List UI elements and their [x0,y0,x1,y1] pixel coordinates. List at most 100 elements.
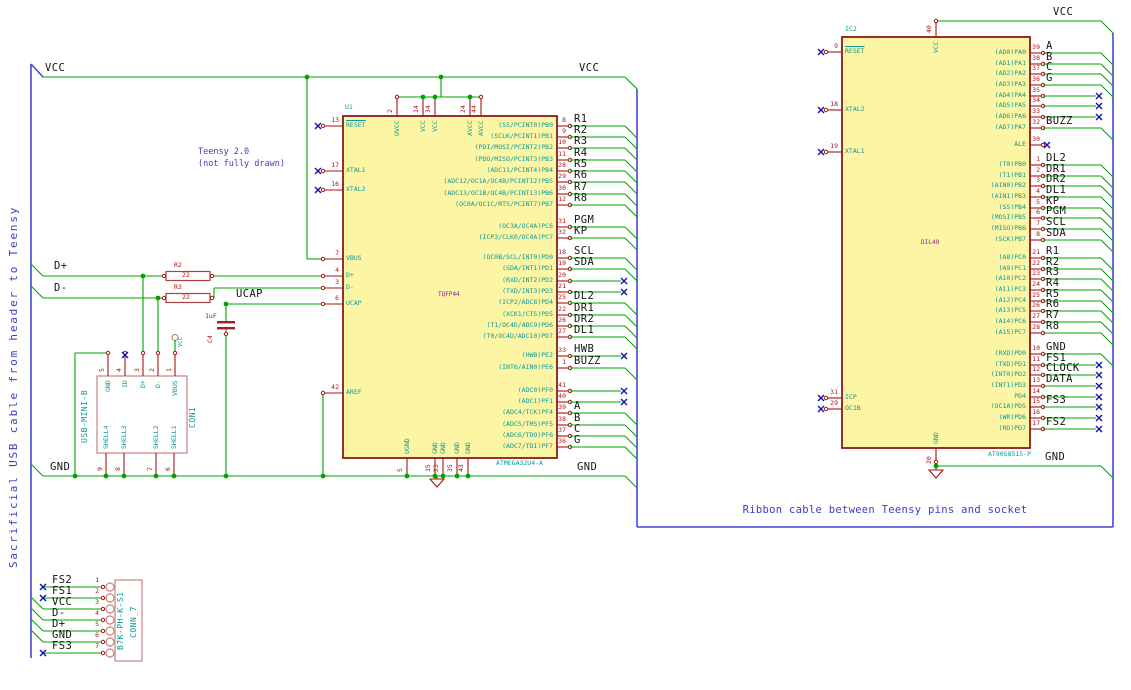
r2-ref[interactable]: R2 [174,262,182,269]
u1-pin-name: (XCK1/CTS)PD5 [502,310,553,318]
net-label-r6[interactable]: R6 [574,169,587,181]
ic2-pin-name: (MOSI)PB5 [990,213,1026,221]
con1-pin-name: ID [121,379,129,388]
gnd-symbol [927,469,945,479]
wire [624,325,638,339]
wire [1100,310,1114,324]
pin-end [320,301,326,307]
junction-dot [320,473,326,479]
ic2-pin-name: RESET [845,47,865,55]
con1-ref[interactable]: CON1 [188,407,197,428]
ic2-pin-name: PD4 [1014,392,1026,400]
u1-pin-name: (PDO/MISO/PCINT3)PB3 [474,155,553,163]
u1-value[interactable]: ATMEGA32U4-A [496,460,543,467]
wire [624,226,638,240]
net-label-ucap[interactable]: UCAP [236,288,263,300]
ic2-ref[interactable]: IC2 [845,26,857,33]
net-label-sda[interactable]: SDA [1046,227,1066,239]
usb-cable-note: Sacrificial USB cable from header to Tee… [7,205,20,568]
wire [624,475,638,489]
net-label-a[interactable]: A [574,400,581,412]
u1-pin-name: UGND [403,438,411,454]
u1-pin-number: 39 [558,403,566,411]
net-label-g[interactable]: G [574,434,581,446]
net-label-gnd[interactable]: GND [577,461,597,473]
u1-pin-name: (ADC4/TCK)PF4 [502,408,553,416]
conn7-pin-circle[interactable] [105,626,115,636]
conn7-pin-circle[interactable] [105,582,115,592]
wire [30,607,44,621]
con1-pin-number: 7 [146,467,154,471]
net-label-gnd[interactable]: GND [1045,451,1065,463]
c4-plate[interactable] [217,321,235,324]
net-label-hwb[interactable]: HWB [574,343,594,355]
junction-dot [432,94,438,100]
pin-end [172,350,178,356]
conn7-ref[interactable]: CONN_7 [129,606,138,638]
conn7-value[interactable]: B7K-PH-K-S1 [116,592,125,650]
conn7-pin-circle[interactable] [105,648,115,658]
ic2-pin-name: XTAL1 [845,147,865,155]
net-label-buzz[interactable]: BUZZ [1046,115,1073,127]
u1-ref[interactable]: U1 [345,104,353,111]
ribbon-note: Ribbon cable between Teensy pins and soc… [742,504,1028,516]
wire [1100,217,1114,231]
net-label-vcc[interactable]: VCC [45,62,65,74]
u1-pin-number: 36 [558,437,566,445]
pin-end [320,187,326,193]
net-label-dl2[interactable]: DL2 [574,290,594,302]
u1-pin-name: (HWB)PE2 [521,351,553,359]
u1-pin-number: 22 [558,305,566,313]
r2-value[interactable]: 22 [182,272,190,279]
pin-end [320,390,326,396]
net-label-fs3[interactable]: FS3 [1046,394,1066,406]
c4-ref[interactable]: C4 [206,335,214,343]
net-label-dminus[interactable]: D- [54,282,67,294]
ic2-pin-name: (A11)PC3 [994,285,1026,293]
net-label-sda[interactable]: SDA [574,256,594,268]
u1-pin-name: (ADC1)PF1 [517,397,553,405]
u1-pin-number: 6 [335,294,339,302]
net-label-kp[interactable]: KP [574,225,587,237]
con1-pin-name: SHELL2 [152,425,160,449]
u1-pin-number: 29 [558,172,566,180]
wire [1100,257,1114,271]
net-label-vcc[interactable]: VCC [579,62,599,74]
wire [624,424,638,438]
net-label-dplus[interactable]: D+ [54,260,67,272]
net-label-r8[interactable]: R8 [574,192,587,204]
net-label-vcc[interactable]: VCC [1053,6,1073,18]
net-label-buzz[interactable]: BUZZ [574,355,601,367]
net-label-r3[interactable]: R3 [574,135,587,147]
con1-pin-number: 9 [96,467,104,471]
r3-ref[interactable]: R3 [174,284,182,291]
con1-pin-number: 2 [148,368,156,372]
net-label-fs2[interactable]: FS2 [1046,416,1066,428]
ic2-pin-number: 38 [1032,54,1040,62]
ic2-value[interactable]: AT90S8515-P [988,451,1031,458]
u1-pin-name: (T1/OC4D/ADC9)PD6 [486,321,553,329]
conn7-pin-circle[interactable] [105,593,115,603]
u1-pin-number: 11 [558,150,566,158]
r3-value[interactable]: 22 [182,294,190,301]
net-label-fs3[interactable]: FS3 [52,640,72,652]
net-label-gnd[interactable]: GND [50,461,70,473]
ic2-pin-number: 15 [1032,397,1040,405]
wire [1100,175,1114,189]
pin-end [100,584,106,590]
con1-value[interactable]: USB-MINI-B [80,390,89,443]
ic2-pin-name: (A10)PC2 [994,274,1026,282]
u1-pin-number: 3 [335,278,339,286]
net-label-g[interactable]: G [1046,72,1053,84]
ic2-pin-name: (AD7)PA7 [994,123,1026,131]
net-label-dl1[interactable]: DL1 [574,324,594,336]
conn7-pin-circle[interactable] [105,637,115,647]
wire [1100,20,1114,34]
conn7-pin-circle[interactable] [105,604,115,614]
conn7-pin-circle[interactable] [105,615,115,625]
ic2-pin-number: 33 [1032,107,1040,115]
net-label-r8[interactable]: R8 [1046,320,1059,332]
net-label-data[interactable]: DATA [1046,373,1073,385]
wire [1100,207,1114,221]
c4-value[interactable]: 1uF [205,313,217,320]
